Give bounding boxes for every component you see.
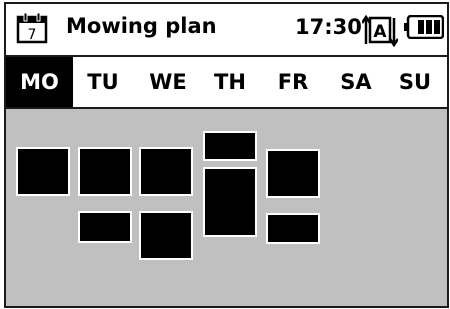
mowing-block[interactable] <box>203 167 257 237</box>
mowing-block[interactable] <box>78 211 132 243</box>
mowing-block[interactable] <box>139 147 193 196</box>
day-tabs: MO TU WE TH FR SA SU <box>6 57 447 107</box>
mowing-block[interactable] <box>266 149 320 198</box>
mowing-plan-area <box>6 107 447 306</box>
auto-mode-icon: A <box>362 14 398 48</box>
mowing-block[interactable] <box>78 147 132 196</box>
mode-letter: A <box>373 22 387 42</box>
tab-monday[interactable]: MO <box>6 57 73 107</box>
tab-saturday[interactable]: SA <box>331 57 381 107</box>
page-title: Mowing plan <box>66 14 217 38</box>
tab-sunday[interactable]: SU <box>390 57 440 107</box>
tab-thursday[interactable]: TH <box>205 57 255 107</box>
mowing-block[interactable] <box>203 131 257 161</box>
tab-friday[interactable]: FR <box>268 57 318 107</box>
tab-tuesday[interactable]: TU <box>78 57 128 107</box>
tab-wednesday[interactable]: WE <box>143 57 193 107</box>
header-bar: 7 Mowing plan 17:30 A <box>6 4 447 54</box>
battery-icon <box>404 15 444 39</box>
mowing-block[interactable] <box>266 213 320 244</box>
clock-time: 17:30 <box>295 15 362 39</box>
calendar-day-number: 7 <box>28 27 37 43</box>
calendar-icon: 7 <box>16 12 48 44</box>
mowing-block[interactable] <box>16 147 70 196</box>
mowing-block[interactable] <box>139 211 193 260</box>
mower-display: 7 Mowing plan 17:30 A MO TU WE TH FR SA … <box>4 2 449 308</box>
